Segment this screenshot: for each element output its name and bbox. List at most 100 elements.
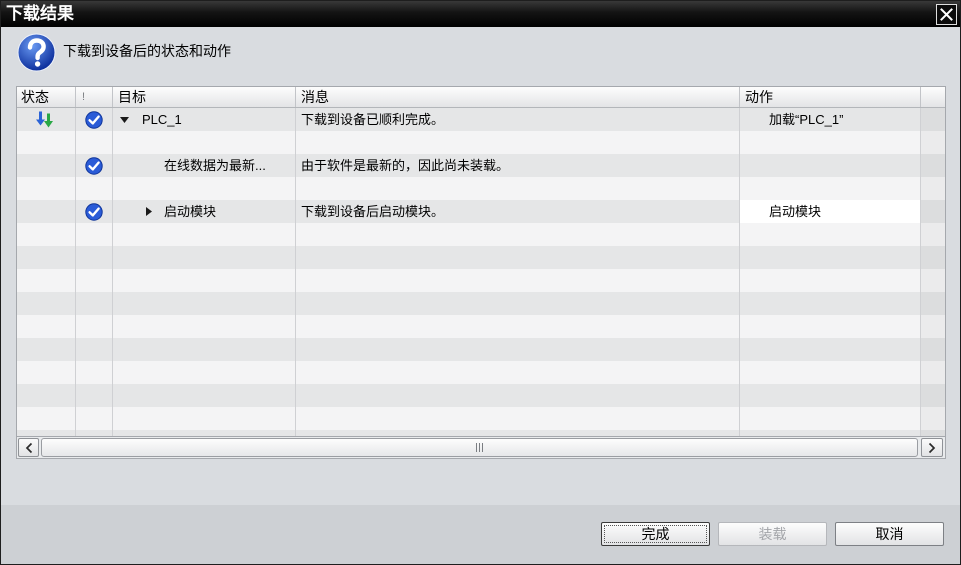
target-cell: 启动模块 xyxy=(113,200,296,223)
message-cell: 下载到设备已顺利完成。 xyxy=(296,108,740,131)
filler-cell xyxy=(921,200,945,223)
target-cell xyxy=(113,246,296,269)
column-header-status[interactable]: 状态 xyxy=(17,87,76,107)
scroll-thumb[interactable] xyxy=(41,438,918,457)
target-cell xyxy=(113,315,296,338)
action-cell xyxy=(740,177,921,200)
action-cell xyxy=(740,338,921,361)
check-circle-icon xyxy=(76,200,112,223)
status-cell xyxy=(17,338,76,361)
action-cell xyxy=(740,131,921,154)
status-cell xyxy=(17,154,76,177)
load-button[interactable]: 装载 xyxy=(718,522,827,546)
status-cell xyxy=(17,384,76,407)
status-cell xyxy=(17,223,76,246)
scroll-right-button[interactable] xyxy=(921,438,943,457)
header-message: 下载到设备后的状态和动作 xyxy=(63,43,231,59)
action-cell xyxy=(740,154,921,177)
column-header-severity[interactable]: ! xyxy=(76,87,113,107)
status-cell xyxy=(17,246,76,269)
table-row-empty[interactable] xyxy=(17,361,945,384)
scroll-left-button[interactable] xyxy=(18,438,39,457)
table-row-empty[interactable] xyxy=(17,246,945,269)
table-row-empty[interactable] xyxy=(17,269,945,292)
table-row[interactable]: PLC_1 下载到设备已顺利完成。 加载“PLC_1” xyxy=(17,108,945,131)
result-cell xyxy=(76,407,113,430)
target-label: 在线数据为最新... xyxy=(164,158,266,173)
message-cell xyxy=(296,131,740,154)
target-cell: PLC_1 xyxy=(113,108,296,131)
table-row-empty[interactable] xyxy=(17,338,945,361)
action-cell xyxy=(740,407,921,430)
action-cell: 加载“PLC_1” xyxy=(740,108,921,131)
status-cell xyxy=(17,269,76,292)
target-cell xyxy=(113,407,296,430)
column-header-target[interactable]: 目标 xyxy=(113,87,296,107)
table-row[interactable]: 启动模块 下载到设备后启动模块。 启动模块 xyxy=(17,200,945,223)
result-cell xyxy=(76,361,113,384)
table-row-empty[interactable] xyxy=(17,292,945,315)
table-row-empty[interactable] xyxy=(17,315,945,338)
cancel-button[interactable]: 取消 xyxy=(835,522,944,546)
column-header-filler xyxy=(921,87,945,107)
message-cell xyxy=(296,223,740,246)
results-table: 状态 ! 目标 消息 动作 PLC_1 下载到设备已顺利完成。 加载“PLC_1” 在… xyxy=(16,86,946,436)
action-cell xyxy=(740,384,921,407)
table-row-empty[interactable] xyxy=(17,177,945,200)
message-cell xyxy=(296,315,740,338)
target-label: PLC_1 xyxy=(142,112,182,127)
target-cell xyxy=(113,384,296,407)
result-cell xyxy=(76,269,113,292)
filler-cell xyxy=(921,269,945,292)
table-row[interactable]: 在线数据为最新... 由于软件是最新的，因此尚未装载。 xyxy=(17,154,945,177)
target-label: 启动模块 xyxy=(164,204,217,219)
result-cell xyxy=(76,338,113,361)
title-bar[interactable]: 下载结果 xyxy=(0,0,961,27)
filler-cell xyxy=(921,108,945,131)
horizontal-scrollbar[interactable] xyxy=(16,436,946,459)
message-text: 由于软件是最新的，因此尚未装载。 xyxy=(301,158,510,173)
chevron-right-icon xyxy=(928,442,936,454)
filler-cell xyxy=(921,384,945,407)
column-header-message[interactable]: 消息 xyxy=(296,87,740,107)
close-icon xyxy=(940,8,953,21)
message-cell xyxy=(296,338,740,361)
column-header-action[interactable]: 动作 xyxy=(740,87,921,107)
triangle-down-icon[interactable] xyxy=(120,108,129,131)
status-cell xyxy=(17,108,76,131)
action-cell xyxy=(740,292,921,315)
question-icon xyxy=(17,33,56,72)
filler-cell xyxy=(921,361,945,384)
result-cell xyxy=(76,154,113,177)
table-row-empty[interactable] xyxy=(17,131,945,154)
filler-cell xyxy=(921,223,945,246)
target-cell xyxy=(113,223,296,246)
table-row-empty[interactable] xyxy=(17,407,945,430)
close-button[interactable] xyxy=(936,4,957,25)
filler-cell xyxy=(921,131,945,154)
filler-cell xyxy=(921,407,945,430)
result-cell xyxy=(76,315,113,338)
table-row-empty[interactable] xyxy=(17,223,945,246)
download-icon xyxy=(17,108,75,131)
status-cell xyxy=(17,315,76,338)
message-cell xyxy=(296,384,740,407)
filler-cell xyxy=(921,246,945,269)
table-row-empty[interactable] xyxy=(17,384,945,407)
message-cell xyxy=(296,269,740,292)
target-cell xyxy=(113,177,296,200)
status-cell xyxy=(17,407,76,430)
result-cell xyxy=(76,131,113,154)
triangle-right-icon[interactable] xyxy=(146,200,152,223)
finish-button[interactable]: 完成 xyxy=(601,522,710,546)
action-select[interactable]: 启动模块 xyxy=(740,200,921,223)
result-cell xyxy=(76,384,113,407)
message-text: 下载到设备已顺利完成。 xyxy=(301,112,445,127)
target-cell xyxy=(113,361,296,384)
result-cell xyxy=(76,177,113,200)
result-cell xyxy=(76,108,113,131)
status-cell xyxy=(17,177,76,200)
result-cell xyxy=(76,246,113,269)
check-circle-icon xyxy=(76,108,112,131)
action-cell xyxy=(740,361,921,384)
